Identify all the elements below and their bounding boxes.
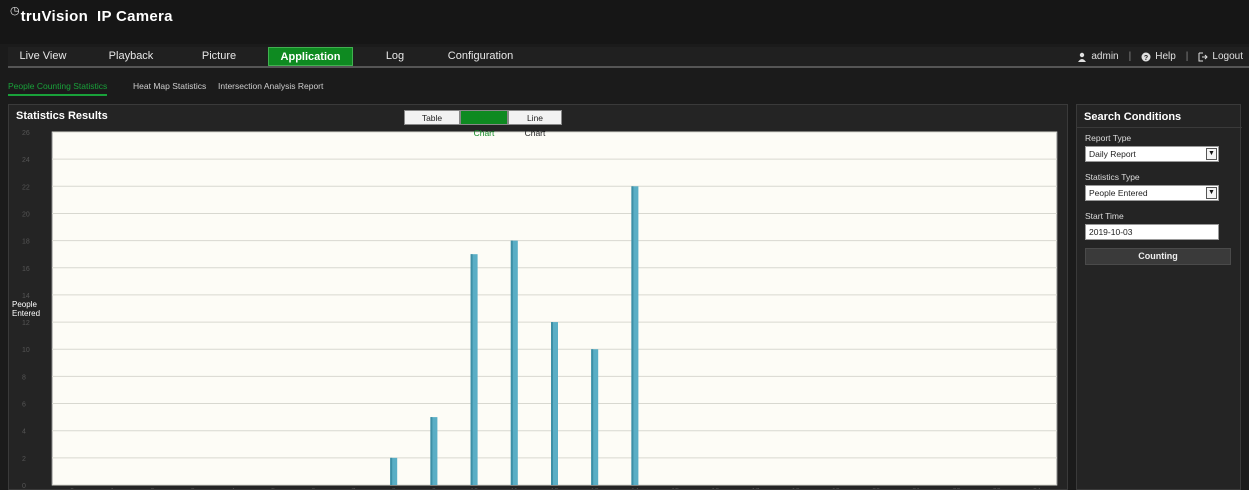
x-tick-label: 1 — [110, 488, 114, 489]
app-window: ◷ truVision IP Camera Live View Playback… — [0, 0, 1249, 490]
logout-link[interactable]: Logout — [1212, 47, 1243, 66]
tab-table[interactable]: Table — [404, 110, 460, 125]
nav-live-view[interactable]: Live View — [8, 47, 78, 66]
x-tick-label: 2 — [151, 488, 155, 489]
x-tick-label: 19 — [832, 488, 840, 489]
y-tick-label: 14 — [22, 293, 30, 300]
bar-shade — [430, 417, 433, 485]
statistics-type-label: Statistics Type — [1085, 172, 1140, 182]
x-tick-label: 3 — [191, 488, 195, 489]
y-tick-label: 0 — [22, 483, 26, 489]
x-tick-label: 14 — [631, 488, 639, 489]
bar-shade — [390, 457, 393, 485]
x-tick-label: 17 — [752, 488, 760, 489]
x-tick-label: 10 — [470, 488, 478, 489]
logo: ◷ truVision IP Camera — [10, 5, 173, 25]
statistics-type-select[interactable]: People Entered ▼ — [1085, 185, 1219, 201]
tab-line-chart[interactable]: Line Chart — [508, 110, 562, 138]
x-tick-label: 22 — [953, 488, 961, 489]
x-tick-label: 0 — [70, 488, 74, 489]
x-tick-label: 21 — [912, 488, 920, 489]
report-type-select[interactable]: Daily Report ▼ — [1085, 146, 1219, 162]
x-tick-label: 23 — [993, 488, 1001, 489]
subtab-intersection-analysis[interactable]: Intersection Analysis Report — [218, 76, 323, 96]
bar-shade — [591, 349, 594, 485]
user-icon — [1078, 52, 1087, 62]
x-tick-label: 9 — [432, 488, 436, 489]
view-tabs: Table Bar Chart Line Chart — [404, 110, 562, 138]
main-nav: Live View Playback Picture Application L… — [8, 47, 1249, 68]
user-bar: admin | ? Help | Logout — [1077, 47, 1243, 66]
logout-icon — [1198, 52, 1209, 61]
bar-shade — [510, 240, 513, 485]
help-icon: ? — [1141, 52, 1151, 62]
subtab-heat-map[interactable]: Heat Map Statistics — [133, 76, 206, 96]
start-time-input[interactable]: 2019-10-03 — [1085, 224, 1219, 240]
x-tick-label: 24 — [1033, 488, 1041, 489]
user-name[interactable]: admin — [1091, 47, 1118, 66]
x-tick-label: 11 — [511, 488, 518, 489]
x-tick-label: 13 — [591, 488, 599, 489]
x-tick-label: 12 — [551, 488, 559, 489]
statistics-type-value: People Entered — [1089, 188, 1148, 198]
report-type-value: Daily Report — [1089, 149, 1136, 159]
y-tick-label: 4 — [22, 429, 26, 436]
nav-picture[interactable]: Picture — [184, 47, 254, 66]
bar-chart: 0246810121416182022242601234567891011121… — [22, 130, 1058, 489]
nav-configuration[interactable]: Configuration — [438, 47, 523, 66]
divider — [1077, 127, 1242, 128]
start-time-label: Start Time — [1085, 211, 1124, 221]
y-tick-label: 24 — [22, 157, 30, 164]
x-tick-label: 20 — [872, 488, 880, 489]
nav-application[interactable]: Application — [268, 47, 353, 66]
y-tick-label: 12 — [22, 320, 30, 327]
y-tick-label: 16 — [22, 266, 30, 273]
y-tick-label: 22 — [22, 184, 30, 191]
nav-log[interactable]: Log — [370, 47, 420, 66]
x-tick-label: 16 — [711, 488, 719, 489]
panel-title: Statistics Results — [16, 110, 108, 122]
search-title: Search Conditions — [1084, 111, 1182, 123]
y-tick-label: 26 — [22, 130, 30, 137]
subtab-people-counting[interactable]: People Counting Statistics — [8, 76, 108, 96]
bar-shade — [631, 186, 634, 486]
bar-shade — [470, 254, 473, 485]
y-tick-label: 20 — [22, 211, 30, 218]
y-tick-label: 2 — [22, 456, 26, 463]
x-tick-label: 8 — [392, 488, 396, 489]
x-tick-label: 15 — [671, 488, 679, 489]
y-tick-label: 10 — [22, 347, 30, 354]
chevron-down-icon[interactable]: ▼ — [1206, 148, 1217, 160]
nav-playback[interactable]: Playback — [96, 47, 166, 66]
x-tick-label: 7 — [352, 488, 356, 489]
svg-text:?: ? — [1144, 55, 1148, 62]
brand-title: truVision IP Camera — [20, 8, 173, 25]
y-tick-label: 18 — [22, 239, 30, 246]
x-tick-label: 6 — [311, 488, 315, 489]
tab-bar-chart[interactable]: Bar Chart — [460, 110, 508, 138]
report-type-label: Report Type — [1085, 133, 1132, 143]
top-banner: ◷ truVision IP Camera — [0, 0, 1249, 44]
x-tick-label: 5 — [271, 488, 275, 489]
chevron-down-icon[interactable]: ▼ — [1206, 187, 1217, 199]
x-tick-label: 18 — [792, 488, 800, 489]
bar-shade — [551, 322, 553, 485]
counting-button[interactable]: Counting — [1085, 248, 1231, 265]
y-tick-label: 6 — [22, 402, 26, 409]
x-tick-label: 4 — [231, 488, 235, 489]
help-link[interactable]: Help — [1155, 47, 1176, 66]
statistics-results-panel: 0246810121416182022242601234567891011121… — [8, 104, 1068, 490]
y-tick-label: 8 — [22, 374, 26, 381]
y-axis-label: People Entered — [12, 300, 41, 318]
search-conditions-panel: Search Conditions Report Type Daily Repo… — [1076, 104, 1242, 490]
logo-mark-icon: ◷ — [10, 5, 20, 17]
